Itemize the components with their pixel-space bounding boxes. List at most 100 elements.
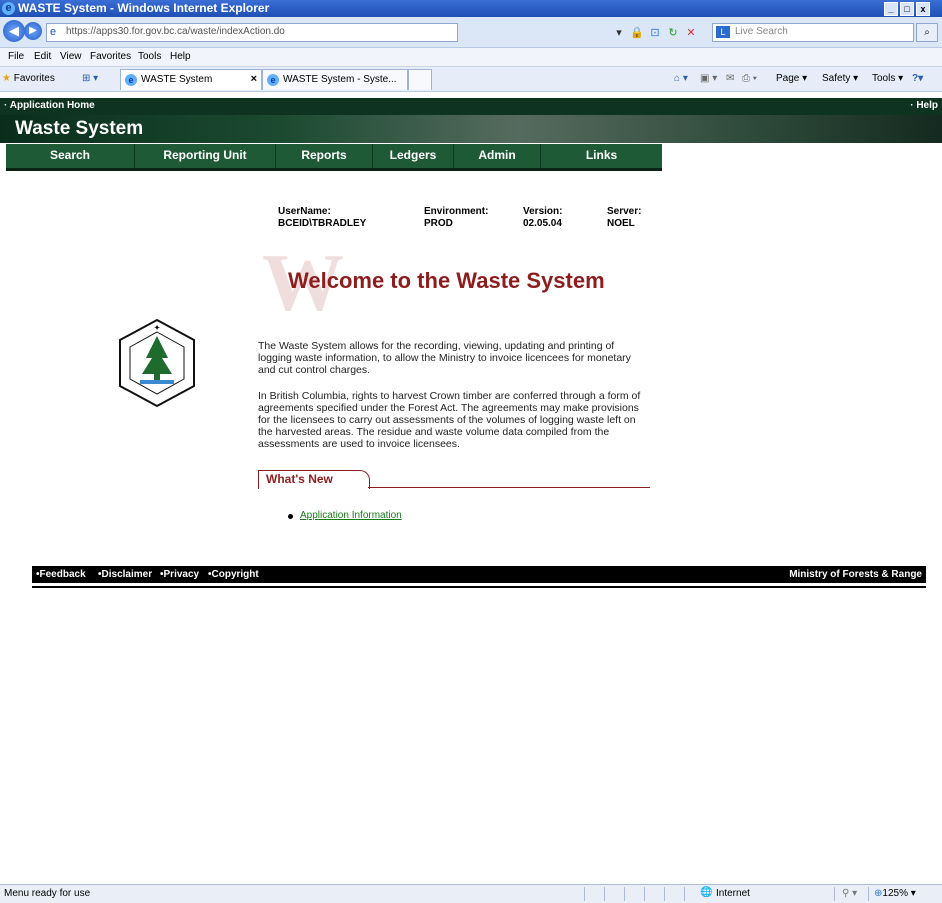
tab-waste-system[interactable]: e WASTE System ×	[120, 69, 262, 90]
nav-ledgers[interactable]: Ledgers	[373, 144, 453, 168]
bullet-icon	[288, 514, 293, 519]
quick-tabs-icon[interactable]: ⊞ ▾	[82, 73, 98, 84]
minimize-button[interactable]: _	[884, 2, 898, 16]
intro-paragraph: The Waste System allows for the recordin…	[258, 340, 631, 376]
refresh-icon[interactable]: ↻	[666, 26, 680, 40]
home-icon[interactable]: ⌂ ▾	[674, 73, 688, 84]
tab-label: WASTE System - Syste...	[283, 74, 397, 85]
globe-icon: 🌐	[700, 887, 713, 898]
feeds-icon[interactable]: ▣ ▾	[700, 73, 717, 84]
status-divider	[664, 887, 665, 901]
username-label: UserName:	[278, 206, 331, 217]
ie-tab-icon: e	[267, 74, 279, 86]
live-search-input[interactable]: L Live Search	[712, 23, 914, 42]
application-home-link[interactable]: · Application Home	[4, 100, 95, 111]
ministry-name: Ministry of Forests & Range	[789, 569, 922, 580]
forest-service-logo-icon: ✦	[119, 318, 195, 408]
version-value: 02.05.04	[523, 218, 562, 229]
forward-button[interactable]: ▶	[24, 22, 42, 40]
status-divider	[834, 887, 835, 901]
nav-search[interactable]: Search	[6, 144, 134, 168]
favorites-bar: ★ Favorites ⊞ ▾ e WASTE System × e WASTE…	[0, 67, 942, 92]
copyright-link[interactable]: •Copyright	[208, 569, 259, 580]
page-icon: e	[50, 26, 57, 38]
menu-tools[interactable]: Tools	[138, 51, 161, 62]
favorites-label: Favorites	[13, 73, 55, 84]
search-button[interactable]: ⌕	[916, 23, 938, 42]
tools-menu-label: Tools	[872, 73, 896, 84]
menu-favorites[interactable]: Favorites	[90, 51, 131, 62]
status-divider	[868, 887, 869, 901]
new-tab-button[interactable]	[408, 69, 432, 90]
nav-reports[interactable]: Reports	[276, 144, 372, 168]
favorites-button[interactable]: ★ Favorites	[2, 73, 55, 84]
nav-links[interactable]: Links	[541, 144, 662, 168]
status-text: Menu ready for use	[4, 888, 91, 899]
status-divider	[584, 887, 585, 901]
page-footer: •Feedback •Disclaimer •Privacy •Copyrigh…	[32, 566, 926, 583]
server-label: Server:	[607, 206, 642, 217]
compatibility-icon[interactable]: ⊡	[648, 26, 662, 40]
status-divider	[684, 887, 685, 901]
lock-icon[interactable]: 🔒	[630, 26, 644, 40]
whats-new-rule	[368, 487, 650, 488]
nav-admin[interactable]: Admin	[454, 144, 540, 168]
window-title: WASTE System - Windows Internet Explorer	[18, 1, 270, 15]
star-icon: ★	[2, 73, 11, 84]
menu-view[interactable]: View	[60, 51, 82, 62]
menu-file[interactable]: File	[8, 51, 24, 62]
page-menu-label: Page	[776, 73, 800, 84]
live-search-placeholder: Live Search	[735, 26, 788, 37]
ie-tab-icon: e	[125, 74, 137, 86]
window-titlebar: e WASTE System - Windows Internet Explor…	[0, 0, 942, 17]
whats-new-title: What's New	[266, 472, 333, 486]
safety-menu[interactable]: Safety ▾	[822, 73, 858, 84]
footer-rule	[32, 586, 926, 588]
environment-label: Environment:	[424, 206, 489, 217]
close-window-button[interactable]: x	[916, 2, 930, 16]
help-icon[interactable]: ?▾	[912, 73, 923, 84]
tab-label: WASTE System	[141, 74, 213, 85]
live-search-logo-icon: L	[716, 26, 730, 38]
description-paragraph: In British Columbia, rights to harvest C…	[258, 390, 641, 450]
dropdown-arrow-icon[interactable]: ▾	[612, 26, 626, 40]
status-divider	[624, 887, 625, 901]
status-divider	[604, 887, 605, 901]
back-button[interactable]: ◀	[3, 20, 25, 42]
print-icon[interactable]: ⎙ ▾	[742, 73, 757, 84]
banner-title: Waste System	[15, 118, 144, 139]
forest-service-logo: ✦	[114, 318, 200, 408]
menu-help[interactable]: Help	[170, 51, 191, 62]
app-home-bar: · Application Home · Help	[0, 98, 942, 115]
address-field[interactable]: e https://apps30.for.gov.bc.ca/waste/ind…	[46, 23, 458, 42]
svg-text:✦: ✦	[154, 324, 160, 332]
maximize-button[interactable]: □	[900, 2, 914, 16]
environment-value: PROD	[424, 218, 453, 229]
version-label: Version:	[523, 206, 563, 217]
tab-waste-system-2[interactable]: e WASTE System - Syste...	[262, 69, 408, 90]
address-toolbar: ◀ ▶ e https://apps30.for.gov.bc.ca/waste…	[0, 17, 942, 48]
mail-icon[interactable]: ✉	[726, 73, 734, 84]
status-bar: Menu ready for use 🌐 Internet ⚲ ▾ ⊕125% …	[0, 884, 942, 903]
ie-app-icon: e	[2, 2, 15, 15]
page-title: Welcome to the Waste System	[288, 268, 605, 293]
privacy-link[interactable]: •Privacy	[160, 569, 199, 580]
page-menu[interactable]: Page ▾	[776, 73, 807, 84]
application-information-link[interactable]: Application Information	[300, 510, 402, 521]
disclaimer-link[interactable]: •Disclaimer	[98, 569, 152, 580]
feedback-link[interactable]: •Feedback	[36, 569, 86, 580]
nav-reporting-unit[interactable]: Reporting Unit	[135, 144, 275, 168]
banner: Waste System	[0, 115, 942, 143]
stop-icon[interactable]: ✕	[684, 26, 698, 40]
close-tab-icon[interactable]: ×	[251, 73, 257, 85]
server-value: NOEL	[607, 218, 635, 229]
help-link[interactable]: · Help	[910, 100, 938, 111]
menu-edit[interactable]: Edit	[34, 51, 51, 62]
zoom-level: 125%	[882, 888, 908, 899]
tools-menu[interactable]: Tools ▾	[872, 73, 903, 84]
protected-mode-icon[interactable]: ⚲ ▾	[842, 888, 857, 899]
zoom-control[interactable]: ⊕125% ▾	[874, 888, 916, 899]
menu-bar: File Edit View Favorites Tools Help	[0, 48, 942, 67]
address-url: https://apps30.for.gov.bc.ca/waste/index…	[66, 26, 285, 37]
safety-menu-label: Safety	[822, 73, 851, 84]
